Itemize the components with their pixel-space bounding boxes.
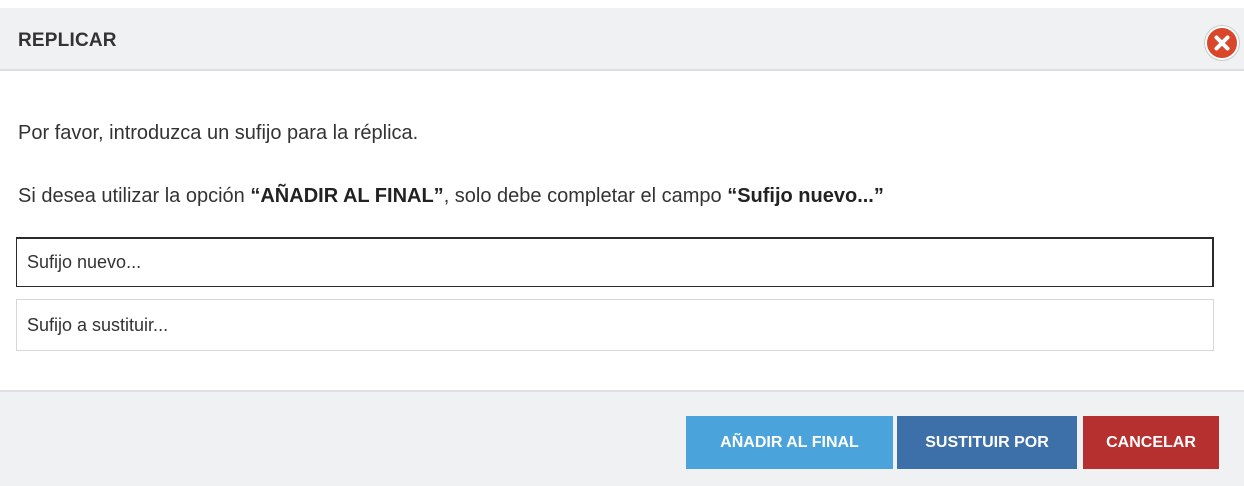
replicate-dialog: REPLICAR Por favor, introduzca un sufijo… [0,0,1244,486]
dialog-footer: AÑADIR AL FINAL SUSTITUIR POR CANCELAR [0,390,1244,486]
instruction-text: Por favor, introduzca un sufijo para la … [18,122,419,144]
hint-prefix: Si desea utilizar la opción [18,185,251,207]
hint-middle: , solo debe completar el campo [443,185,728,207]
hint-option-name: “AÑADIR AL FINAL” [250,185,444,207]
dialog-title: REPLICAR [18,30,117,51]
cancel-button[interactable]: CANCELAR [1083,416,1219,469]
dialog-header: REPLICAR [0,8,1244,71]
close-button[interactable] [1205,26,1239,60]
hint-field-name: “Sufijo nuevo...” [727,185,884,207]
replace-button[interactable]: SUSTITUIR POR [897,416,1077,469]
new-suffix-input[interactable] [16,237,1214,287]
dialog-body: Por favor, introduzca un sufijo para la … [0,71,1244,390]
append-button[interactable]: AÑADIR AL FINAL [686,416,893,469]
replace-suffix-input[interactable] [16,299,1214,351]
hint-text: Si desea utilizar la opción “AÑADIR AL F… [18,185,884,208]
